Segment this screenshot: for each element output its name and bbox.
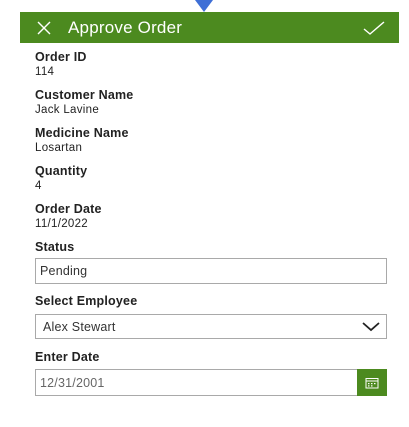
form-header: Approve Order xyxy=(20,12,399,43)
employee-label: Select Employee xyxy=(35,294,138,308)
field-label: Order Date xyxy=(35,202,102,216)
status-input[interactable]: Pending xyxy=(35,258,387,284)
field-label: Customer Name xyxy=(35,88,134,102)
field-value: 4 xyxy=(35,180,42,192)
field-value: Losartan xyxy=(35,142,83,154)
date-picker-input[interactable]: 12/31/2001 xyxy=(35,369,357,396)
quantity-field: Quantity 4 xyxy=(35,164,87,192)
calendar-icon xyxy=(365,377,379,388)
employee-dropdown[interactable]: Alex Stewart xyxy=(35,314,387,339)
field-label: Quantity xyxy=(35,164,88,178)
field-value: Jack Lavine xyxy=(35,104,100,116)
checkmark-icon xyxy=(363,20,385,35)
customer-name-field: Customer Name Jack Lavine xyxy=(35,88,133,116)
chevron-down-icon xyxy=(362,320,380,334)
date-value: 12/31/2001 xyxy=(40,375,105,390)
order-date-field: Order Date 11/1/2022 xyxy=(35,202,102,230)
field-value: 11/1/2022 xyxy=(35,218,89,230)
employee-selected-value: Alex Stewart xyxy=(43,319,116,334)
status-label: Status xyxy=(35,240,75,254)
close-button[interactable] xyxy=(32,16,56,40)
page-title: Approve Order xyxy=(68,17,183,37)
field-value: 114 xyxy=(35,66,55,78)
calendar-button[interactable] xyxy=(357,369,387,396)
pointer-indicator xyxy=(195,0,213,12)
order-id-field: Order ID 114 xyxy=(35,50,87,78)
field-label: Medicine Name xyxy=(35,126,129,140)
submit-button[interactable] xyxy=(361,16,387,40)
close-icon xyxy=(37,21,51,34)
field-label: Order ID xyxy=(35,50,87,64)
status-value: Pending xyxy=(40,264,88,278)
enter-date-label: Enter Date xyxy=(35,350,100,364)
medicine-name-field: Medicine Name Losartan xyxy=(35,126,129,154)
